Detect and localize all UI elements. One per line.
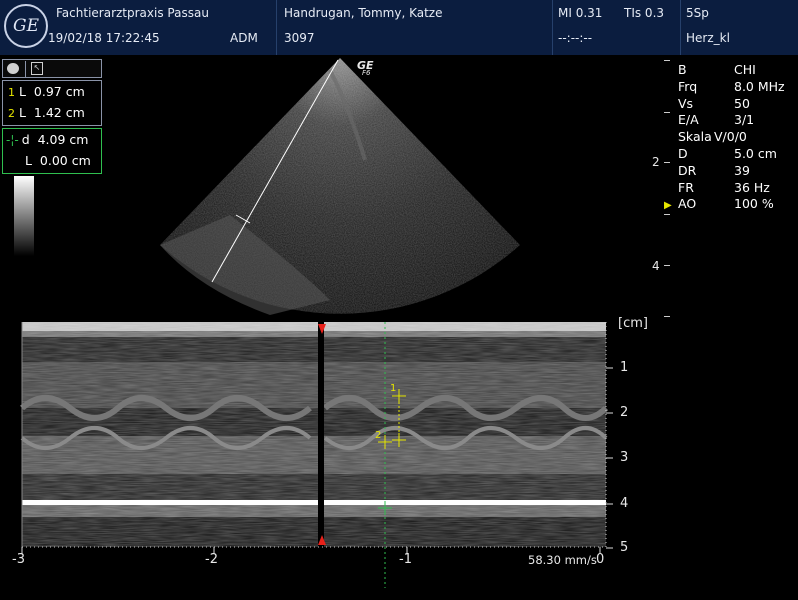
time-tick: -3 <box>12 552 25 567</box>
caliper-label-1: 1 <box>390 383 397 394</box>
bmode-depth-scale <box>664 60 670 320</box>
param-row: FR 36 Hz <box>678 179 770 195</box>
m-depth-tick: 2 <box>620 405 629 420</box>
m-depth-tick: 3 <box>620 450 629 465</box>
m-depth-tick: 1 <box>620 360 629 375</box>
time-tick: 0 <box>596 552 605 567</box>
time-tick: -2 <box>205 552 218 567</box>
param-row: Skala V/0/0 <box>678 129 747 145</box>
m-depth-tick: 5 <box>620 540 629 555</box>
m-mode-unit-label: [cm] <box>618 316 648 331</box>
param-row: Frq 8.0 MHz <box>678 78 785 94</box>
param-row: Vs 50 <box>678 95 750 111</box>
param-row: AO 100 % <box>678 196 774 212</box>
sweep-speed: 58.30 mm/s <box>528 553 597 567</box>
param-row: DR 39 <box>678 162 750 178</box>
focus-marker-icon: ▶ <box>664 200 672 211</box>
parameter-panel: B CHI Frq 8.0 MHz Vs 50 E/A 3/1 Skala V/0/0 D… <box>678 62 798 213</box>
probe-model-mark: F6 <box>362 69 371 77</box>
bmode-depth-label-4: 4 <box>652 259 660 273</box>
param-row: B CHI <box>678 62 756 77</box>
caliper-label-2: 2 <box>375 430 382 441</box>
m-depth-tick: 4 <box>620 496 629 511</box>
bmode-depth-label-2: 2 <box>652 155 660 169</box>
sweep-gap <box>318 322 324 547</box>
time-tick: -1 <box>399 552 412 567</box>
param-row: D 5.0 cm <box>678 145 777 161</box>
param-row: E/A 3/1 <box>678 112 755 128</box>
